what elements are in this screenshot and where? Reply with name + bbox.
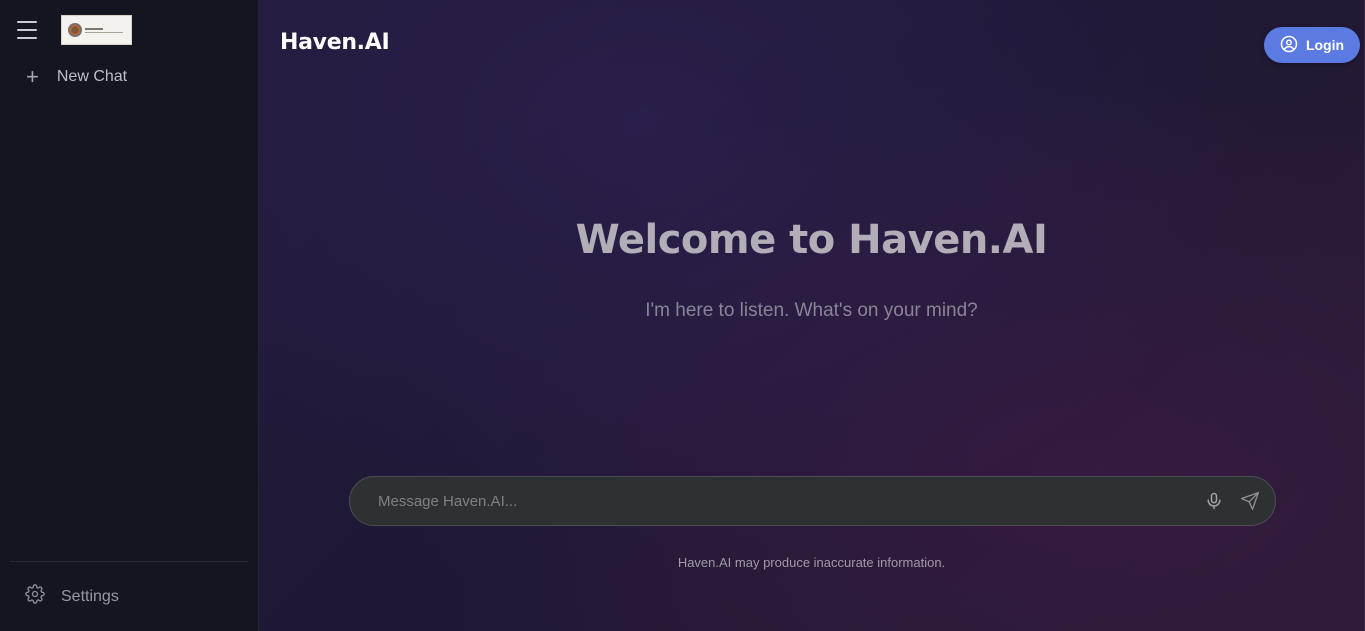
brand-title: Haven.AI (280, 30, 390, 55)
send-icon[interactable] (1239, 490, 1261, 512)
settings-label: Settings (61, 587, 119, 605)
logo-seal-icon (68, 23, 82, 37)
app-window: + New Chat Settings Haven.AI Login Welco… (0, 0, 1365, 631)
sidebar-divider (10, 561, 248, 562)
new-chat-button[interactable]: + New Chat (26, 64, 127, 90)
sidebar: + New Chat Settings (0, 0, 259, 631)
message-composer (349, 476, 1276, 526)
user-circle-icon (1280, 35, 1298, 56)
logo-wordmark (85, 27, 123, 33)
hamburger-line (17, 29, 37, 31)
microphone-icon[interactable] (1203, 490, 1225, 512)
welcome-title: Welcome to Haven.AI (575, 217, 1048, 263)
login-button[interactable]: Login (1264, 27, 1360, 63)
disclaimer-text: Haven.AI may produce inaccurate informat… (677, 555, 946, 570)
message-input[interactable] (378, 492, 1189, 510)
logo[interactable] (61, 15, 132, 45)
login-label: Login (1305, 37, 1345, 53)
hamburger-line (17, 21, 37, 23)
new-chat-label: New Chat (56, 68, 128, 85)
chat-main: Haven.AI Login Welcome to Haven.AI I'm h… (259, 0, 1365, 631)
hamburger-line (17, 37, 37, 39)
plus-icon: + (26, 64, 39, 89)
hamburger-icon[interactable] (17, 21, 37, 39)
sidebar-header (0, 0, 258, 60)
settings-button[interactable]: Settings (25, 584, 119, 609)
welcome-subtitle: I'm here to listen. What's on your mind? (645, 300, 978, 321)
gear-icon (25, 584, 45, 609)
